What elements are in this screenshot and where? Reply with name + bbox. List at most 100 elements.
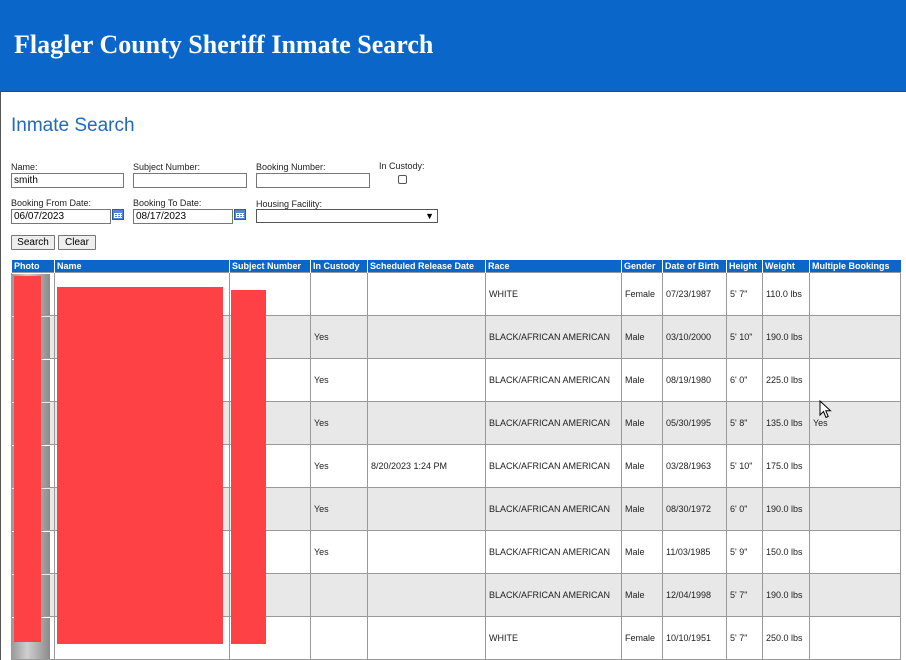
housing-facility-select[interactable]: ▼ (256, 209, 438, 223)
col-photo[interactable]: Photo (11, 260, 55, 273)
subject-number-input[interactable] (133, 173, 247, 188)
redaction-block-name (57, 287, 223, 644)
name-input[interactable]: smith (11, 173, 124, 188)
dob-cell: 08/30/1972 (662, 487, 727, 531)
header-banner: Flagler County Sheriff Inmate Search (0, 0, 906, 92)
weight-cell: 190.0 lbs (762, 487, 810, 531)
weight-cell: 190.0 lbs (762, 315, 810, 359)
col-name[interactable]: Name (54, 260, 230, 273)
booking-to-label: Booking To Date: (133, 198, 202, 208)
booking-from-label: Booking From Date: (11, 198, 92, 208)
page-title: Inmate Search (11, 115, 135, 136)
height-cell: 5' 10" (726, 315, 763, 359)
race-cell: BLACK/AFRICAN AMERICAN (485, 401, 622, 445)
multiple-bookings-cell (809, 272, 901, 316)
release-date-cell (367, 573, 486, 617)
housing-facility-label: Housing Facility: (256, 199, 323, 209)
col-gender[interactable]: Gender (621, 260, 663, 273)
weight-cell: 250.0 lbs (762, 616, 810, 660)
site-title: Flagler County Sheriff Inmate Search (14, 30, 434, 59)
gender-cell: Male (621, 358, 663, 402)
calendar-icon[interactable] (234, 209, 246, 220)
col-weight[interactable]: Weight (762, 260, 810, 273)
gender-cell: Male (621, 573, 663, 617)
race-cell: WHITE (485, 272, 622, 316)
release-date-cell (367, 530, 486, 574)
in-custody-cell: Yes (310, 487, 368, 531)
multiple-bookings-cell (809, 616, 901, 660)
booking-number-input[interactable] (256, 173, 370, 188)
dob-cell: 11/03/1985 (662, 530, 727, 574)
search-button[interactable]: Search (11, 235, 55, 250)
col-release-date[interactable]: Scheduled Release Date (367, 260, 486, 273)
multiple-bookings-cell (809, 358, 901, 402)
multiple-bookings-cell (809, 487, 901, 531)
dob-cell: 10/10/1951 (662, 616, 727, 660)
in-custody-cell: Yes (310, 530, 368, 574)
race-cell: BLACK/AFRICAN AMERICAN (485, 573, 622, 617)
in-custody-cell (310, 272, 368, 316)
height-cell: 6' 0" (726, 358, 763, 402)
gender-cell: Male (621, 444, 663, 488)
col-dob[interactable]: Date of Birth (662, 260, 727, 273)
col-subject-number[interactable]: Subject Number (229, 260, 311, 273)
multiple-bookings-cell (809, 530, 901, 574)
in-custody-cell: Yes (310, 358, 368, 402)
gender-cell: Female (621, 616, 663, 660)
release-date-cell (367, 272, 486, 316)
calendar-icon[interactable] (112, 209, 124, 220)
height-cell: 6' 0" (726, 487, 763, 531)
col-in-custody[interactable]: In Custody (310, 260, 368, 273)
height-cell: 5' 10" (726, 444, 763, 488)
in-custody-cell (310, 573, 368, 617)
mouse-cursor-icon (819, 400, 832, 419)
booking-to-input[interactable]: 08/17/2023 (133, 209, 233, 224)
redaction-block-photo (14, 276, 41, 642)
dob-cell: 03/10/2000 (662, 315, 727, 359)
multiple-bookings-cell (809, 573, 901, 617)
booking-number-label: Booking Number: (256, 162, 326, 172)
multiple-bookings-cell (809, 315, 901, 359)
gender-cell: Female (621, 272, 663, 316)
height-cell: 5' 7" (726, 616, 763, 660)
gender-cell: Male (621, 401, 663, 445)
dob-cell: 12/04/1998 (662, 573, 727, 617)
weight-cell: 190.0 lbs (762, 573, 810, 617)
race-cell: BLACK/AFRICAN AMERICAN (485, 315, 622, 359)
chevron-down-icon: ▼ (425, 211, 434, 221)
gender-cell: Male (621, 315, 663, 359)
dob-cell: 08/19/1980 (662, 358, 727, 402)
height-cell: 5' 8" (726, 401, 763, 445)
release-date-cell: 8/20/2023 1:24 PM (367, 444, 486, 488)
race-cell: BLACK/AFRICAN AMERICAN (485, 358, 622, 402)
weight-cell: 225.0 lbs (762, 358, 810, 402)
in-custody-cell: Yes (310, 444, 368, 488)
gender-cell: Male (621, 530, 663, 574)
height-cell: 5' 9" (726, 530, 763, 574)
col-height[interactable]: Height (726, 260, 763, 273)
height-cell: 5' 7" (726, 272, 763, 316)
table-header-row: Photo Name Subject Number In Custody Sch… (11, 260, 901, 273)
in-custody-label: In Custody: (379, 161, 425, 171)
gender-cell: Male (621, 487, 663, 531)
redaction-block-subject (231, 290, 266, 644)
weight-cell: 110.0 lbs (762, 272, 810, 316)
dob-cell: 05/30/1995 (662, 401, 727, 445)
subject-number-label: Subject Number: (133, 162, 201, 172)
release-date-cell (367, 616, 486, 660)
release-date-cell (367, 358, 486, 402)
booking-from-input[interactable]: 06/07/2023 (11, 209, 111, 224)
name-label: Name: (11, 162, 38, 172)
weight-cell: 135.0 lbs (762, 401, 810, 445)
dob-cell: 07/23/1987 (662, 272, 727, 316)
race-cell: BLACK/AFRICAN AMERICAN (485, 487, 622, 531)
multiple-bookings-cell (809, 444, 901, 488)
dob-cell: 03/28/1963 (662, 444, 727, 488)
clear-button[interactable]: Clear (58, 235, 96, 250)
in-custody-checkbox[interactable] (398, 175, 407, 184)
weight-cell: 150.0 lbs (762, 530, 810, 574)
weight-cell: 175.0 lbs (762, 444, 810, 488)
release-date-cell (367, 315, 486, 359)
col-race[interactable]: Race (485, 260, 622, 273)
col-multiple-bookings[interactable]: Multiple Bookings (809, 260, 901, 273)
